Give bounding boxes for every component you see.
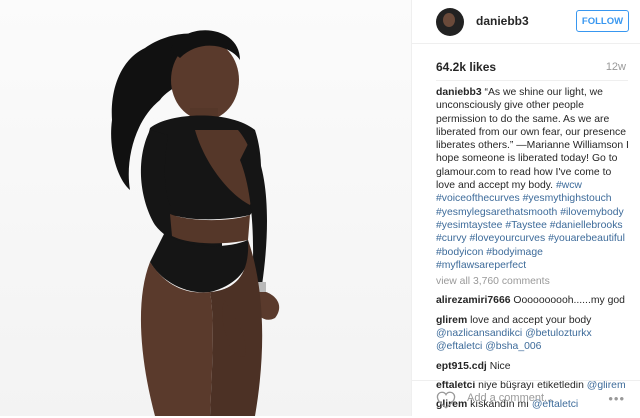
hashtag-link[interactable]: #curvy <box>436 233 467 244</box>
more-dots-icon[interactable]: ••• <box>608 391 625 406</box>
hashtag-link[interactable]: #daniellebrooks <box>550 220 623 231</box>
hashtag-link[interactable]: #yesmylegsarethatsmooth <box>436 207 557 218</box>
post-sidebar: daniebb3 FOLLOW 64.2k likes 12w daniebb3… <box>411 0 640 416</box>
hashtag-link[interactable]: #ilovemybody <box>560 207 624 218</box>
heart-icon[interactable] <box>436 391 456 409</box>
post-header: daniebb3 FOLLOW <box>412 0 640 44</box>
comment-username[interactable]: ept915.cdj <box>436 361 487 372</box>
photo-illustration <box>111 30 280 416</box>
comment: ept915.cdj Nice <box>436 360 630 373</box>
text-segment: “As we shine our light, we unconsciously… <box>436 87 629 192</box>
hashtag-link[interactable]: @eftaletci <box>436 341 482 352</box>
post-age[interactable]: 12w <box>606 61 626 73</box>
hashtag-link[interactable]: #wcw <box>556 180 582 191</box>
avatar[interactable] <box>436 8 464 36</box>
view-all-comments[interactable]: view all 3,760 comments <box>436 275 630 288</box>
comments-area: daniebb3 “As we shine our light, we unco… <box>436 86 630 418</box>
like-count[interactable]: 64.2k likes <box>436 60 496 74</box>
hashtag-link[interactable]: #bodyicon <box>436 247 483 258</box>
instagram-post: daniebb3 FOLLOW 64.2k likes 12w daniebb3… <box>0 0 640 416</box>
caption-username[interactable]: daniebb3 <box>436 87 482 98</box>
hashtag-link[interactable]: #yesmythighstouch <box>523 193 612 204</box>
comment-username[interactable]: glirem <box>436 315 467 326</box>
hashtag-link[interactable]: #loveyourcurves <box>470 233 546 244</box>
hashtag-link[interactable]: #youarebeautiful <box>548 233 625 244</box>
follow-button[interactable]: FOLLOW <box>576 10 629 32</box>
hashtag-link[interactable]: @betulozturkx <box>525 328 592 339</box>
post-photo[interactable] <box>0 0 411 416</box>
hashtag-link[interactable]: #myflawsareperfect <box>436 260 526 271</box>
text-segment: Nice <box>489 360 511 372</box>
author-username[interactable]: daniebb3 <box>476 14 529 28</box>
text-segment: Oooooooooh......my god <box>513 295 625 307</box>
hashtag-link[interactable]: @nazlicansandikci <box>436 328 522 339</box>
caption: daniebb3 “As we shine our light, we unco… <box>436 86 630 272</box>
comment-username[interactable]: alirezamiri7666 <box>436 295 511 306</box>
comment: alirezamiri7666 Oooooooooh......my god <box>436 294 630 307</box>
hashtag-link[interactable]: @bsha_006 <box>485 341 541 352</box>
add-comment-input[interactable]: Add a comment... <box>467 392 553 404</box>
divider <box>436 80 628 81</box>
hashtag-link[interactable]: #yesimtaystee <box>436 220 502 231</box>
hashtag-link[interactable]: #voiceofthecurves <box>436 193 520 204</box>
comment: glirem love and accept your body @nazlic… <box>436 314 630 354</box>
hashtag-link[interactable]: #bodyimage <box>486 247 543 258</box>
caption-text: “As we shine our light, we unconsciously… <box>436 87 629 271</box>
post-footer: Add a comment... ••• <box>412 380 640 416</box>
text-segment: love and accept your body <box>470 314 592 326</box>
hashtag-link[interactable]: #Taystee <box>505 220 547 231</box>
